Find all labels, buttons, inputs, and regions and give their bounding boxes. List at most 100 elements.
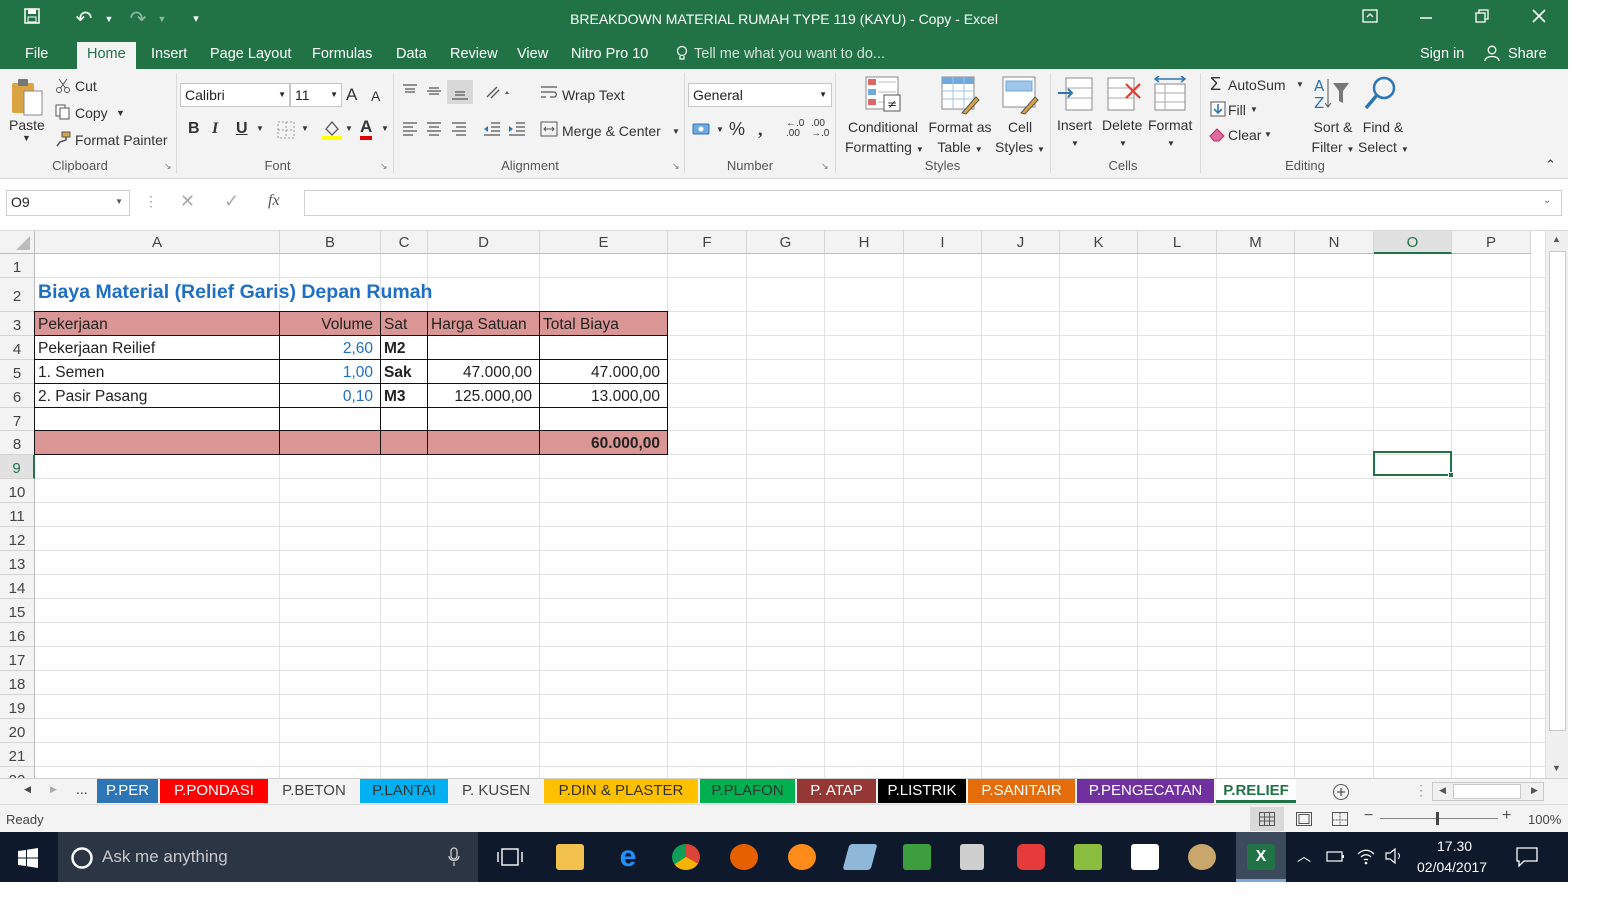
align-center-icon[interactable] xyxy=(426,121,442,140)
format-cells-label[interactable]: Format xyxy=(1148,117,1192,133)
table-cell[interactable]: 47.000,00 xyxy=(428,360,540,384)
column-header-l[interactable]: L xyxy=(1138,231,1217,254)
tab-home[interactable]: Home xyxy=(77,42,136,69)
clear-icon[interactable] xyxy=(1209,126,1227,145)
tell-me-input[interactable]: Tell me what you want to do... xyxy=(684,43,895,69)
share-button[interactable]: Share xyxy=(1498,43,1557,69)
paint-icon[interactable] xyxy=(1188,844,1216,870)
format-cells-icon[interactable] xyxy=(1153,75,1189,117)
column-header-m[interactable]: M xyxy=(1217,231,1295,254)
table-cell[interactable] xyxy=(540,336,668,360)
fill-handle[interactable] xyxy=(1448,472,1454,478)
clock-time[interactable]: 17.30 xyxy=(1437,838,1472,854)
copy-icon[interactable] xyxy=(55,104,71,123)
excel-taskbar-button[interactable]: X xyxy=(1236,832,1286,882)
column-header-a[interactable]: A xyxy=(35,231,280,254)
font-color-dropdown-icon[interactable]: ▼ xyxy=(381,124,389,133)
notes-app-icon[interactable] xyxy=(1074,844,1102,870)
fill-label[interactable]: Fill xyxy=(1228,102,1246,118)
find-select-icon[interactable] xyxy=(1363,75,1399,116)
row-header-12[interactable]: 12 xyxy=(0,527,35,551)
sheet-tab-p-per[interactable]: P.PER xyxy=(97,779,158,803)
format-painter-label[interactable]: Format Painter xyxy=(75,132,168,148)
sheet-tab-p-beton[interactable]: P.BETON xyxy=(270,779,358,803)
format-painter-icon[interactable] xyxy=(55,131,71,150)
row-header-18[interactable]: 18 xyxy=(0,671,35,695)
select-all-corner[interactable] xyxy=(0,231,35,254)
name-box[interactable]: O9 ▼ xyxy=(6,190,130,216)
column-header-e[interactable]: E xyxy=(540,231,668,254)
page-layout-view-icon[interactable] xyxy=(1296,812,1312,829)
table-cell[interactable]: 0,10 xyxy=(280,384,381,408)
search-box[interactable]: Ask me anything xyxy=(58,832,478,882)
sheet-title[interactable]: Biaya Material (Relief Garis) Depan Ruma… xyxy=(35,278,435,306)
merge-center-label[interactable]: Merge & Center xyxy=(562,123,661,139)
accounting-format-icon[interactable] xyxy=(692,121,712,140)
wrap-text-label[interactable]: Wrap Text xyxy=(562,87,625,103)
table-cell[interactable]: Sak xyxy=(381,360,428,384)
merge-center-icon[interactable] xyxy=(540,121,558,140)
column-header-d[interactable]: D xyxy=(428,231,540,254)
insert-cells-icon[interactable] xyxy=(1058,76,1094,117)
cut-icon[interactable] xyxy=(55,78,71,97)
paste-dropdown-icon[interactable]: ▼ xyxy=(22,133,31,143)
scroll-right-icon[interactable]: ▶ xyxy=(1531,785,1538,796)
column-header-p[interactable]: P xyxy=(1452,231,1531,254)
sheet-tab-p-listrik[interactable]: P.LISTRIK xyxy=(878,779,966,803)
autosum-icon[interactable]: Σ xyxy=(1210,74,1221,95)
column-header-b[interactable]: B xyxy=(280,231,381,254)
edge-browser-icon[interactable]: e xyxy=(614,842,642,872)
restore-icon[interactable] xyxy=(1470,8,1494,30)
task-view-icon[interactable] xyxy=(497,847,523,870)
table-header-cell[interactable]: Total Biaya xyxy=(540,312,668,336)
conditional-formatting-icon[interactable]: ≠ xyxy=(864,75,902,118)
collapse-ribbon-icon[interactable]: ⌃ xyxy=(1545,157,1556,173)
scroll-up-icon[interactable]: ▲ xyxy=(1552,234,1561,244)
column-header-o[interactable]: O xyxy=(1374,231,1452,254)
photos-icon[interactable] xyxy=(1131,844,1159,870)
tab-file[interactable]: File xyxy=(15,43,58,69)
row-header-11[interactable]: 11 xyxy=(0,503,35,527)
find-select-button[interactable]: Find & Select ▼ xyxy=(1358,117,1409,160)
column-header-c[interactable]: C xyxy=(381,231,428,254)
table-cell[interactable]: M3 xyxy=(381,384,428,408)
bold-button[interactable]: B xyxy=(188,120,200,138)
uc-browser-icon[interactable] xyxy=(788,844,816,870)
calculator-icon[interactable] xyxy=(960,844,984,870)
sheet-tab-p-lantai[interactable]: P.LANTAI xyxy=(360,779,448,803)
table-header-cell[interactable]: Volume xyxy=(280,312,381,336)
windows-start-icon[interactable] xyxy=(18,848,38,871)
row-header-5[interactable]: 5 xyxy=(0,360,35,384)
table-cell[interactable]: 1. Semen xyxy=(35,360,280,384)
horizontal-scrollbar[interactable]: ◀ ▶ xyxy=(1432,782,1544,801)
vertical-scroll-thumb[interactable] xyxy=(1549,251,1566,731)
alignment-launcher-icon[interactable]: ↘ xyxy=(672,161,680,172)
zoom-in-icon[interactable]: + xyxy=(1502,807,1511,825)
row-header-9[interactable]: 9 xyxy=(0,455,35,479)
sheet-tab-p-kusen[interactable]: P. KUSEN xyxy=(450,779,542,803)
shrink-font-icon[interactable]: A xyxy=(371,88,380,104)
fill-dropdown-icon[interactable]: ▼ xyxy=(1250,105,1258,114)
formula-input[interactable] xyxy=(304,190,1562,216)
cell-styles-button[interactable]: Cell Styles ▼ xyxy=(994,117,1046,160)
number-format-select[interactable]: General ▼ xyxy=(688,83,832,107)
wifi-icon[interactable] xyxy=(1356,847,1376,868)
vertical-scrollbar[interactable]: ▲ ▼ xyxy=(1545,231,1568,778)
table-cell[interactable]: 125.000,00 xyxy=(428,384,540,408)
cut-label[interactable]: Cut xyxy=(75,78,97,94)
sign-in-link[interactable]: Sign in xyxy=(1410,43,1474,69)
italic-button[interactable]: I xyxy=(212,120,218,138)
table-cell[interactable]: 2,60 xyxy=(280,336,381,360)
align-bottom-icon[interactable] xyxy=(447,80,473,104)
orientation-icon[interactable] xyxy=(485,84,511,103)
table-cell[interactable]: M2 xyxy=(381,336,428,360)
confirm-entry-icon[interactable]: ✓ xyxy=(224,191,239,212)
row-header-13[interactable]: 13 xyxy=(0,551,35,575)
sheet-tab-p-pondasi[interactable]: P.PONDASI xyxy=(160,779,268,803)
fill-color-icon[interactable] xyxy=(322,119,342,144)
grow-font-icon[interactable]: A xyxy=(346,85,357,105)
table-cell[interactable]: 13.000,00 xyxy=(540,384,668,408)
expand-formula-bar-icon[interactable]: ⌄ xyxy=(1543,195,1551,206)
zoom-out-icon[interactable]: − xyxy=(1364,807,1373,825)
align-top-icon[interactable] xyxy=(402,83,418,102)
